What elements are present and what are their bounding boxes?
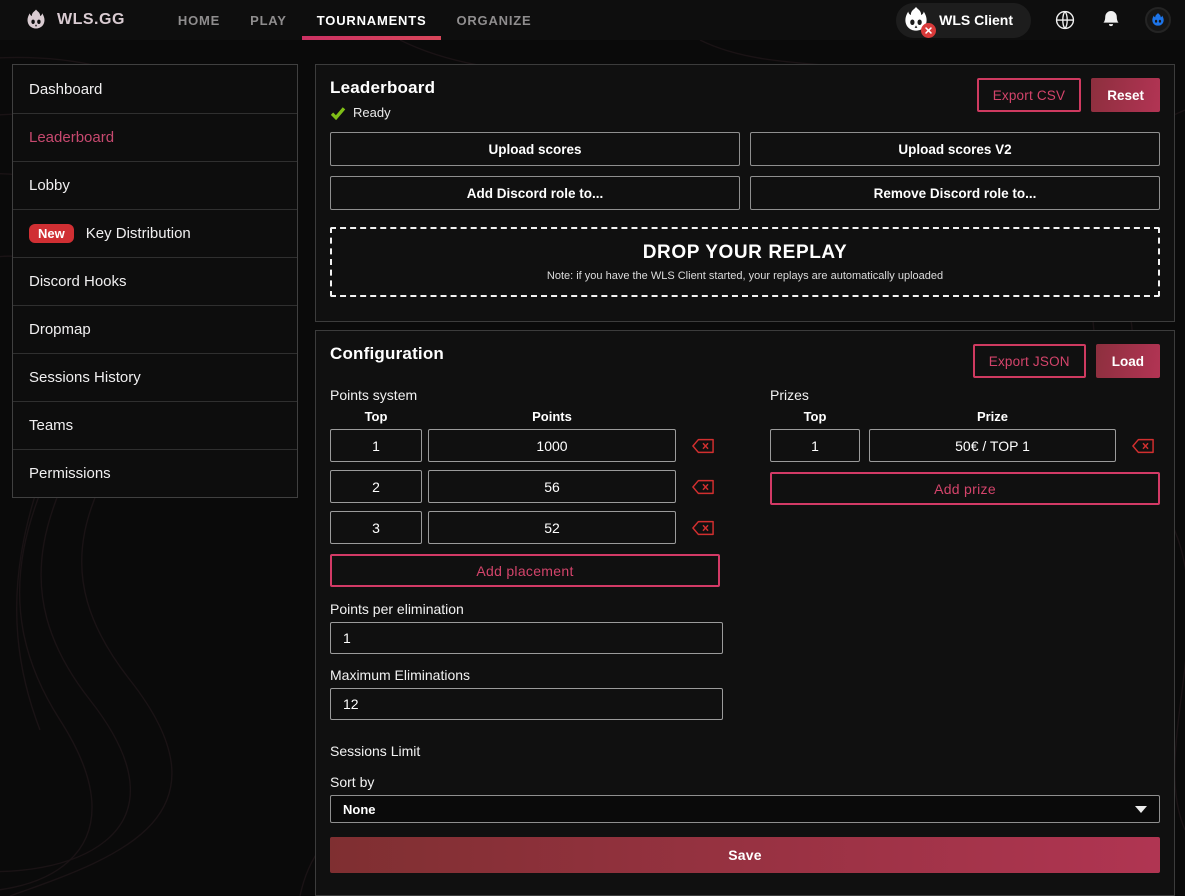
top-nav: WLS.GG HOME PLAY TOURNAMENTS ORGANIZE WL…: [0, 0, 1185, 40]
remove-placement-button[interactable]: [692, 520, 714, 536]
add-placement-button[interactable]: Add placement: [330, 554, 720, 587]
wls-client-button[interactable]: WLS Client: [896, 3, 1031, 38]
configuration-title: Configuration: [330, 344, 444, 364]
points-col-header-top: Top: [330, 409, 422, 424]
placement-top-input[interactable]: [330, 511, 422, 544]
notifications-bell-icon[interactable]: [1099, 8, 1123, 32]
points-per-elimination-input[interactable]: [330, 622, 723, 654]
nav-item-tournaments[interactable]: TOURNAMENTS: [302, 0, 442, 40]
nav-right: WLS Client: [896, 3, 1171, 38]
configuration-panel: Configuration Export JSON Load Points sy…: [315, 330, 1175, 896]
points-system-table: Top Points: [330, 409, 720, 587]
export-csv-button[interactable]: Export CSV: [977, 78, 1082, 112]
remove-discord-role-button[interactable]: Remove Discord role to...: [750, 176, 1160, 210]
new-badge: New: [29, 224, 74, 243]
sidebar-item-discord-hooks[interactable]: Discord Hooks: [13, 257, 297, 305]
replay-dropzone[interactable]: DROP YOUR REPLAY Note: if you have the W…: [330, 227, 1160, 297]
status-text: Ready: [353, 105, 391, 120]
nav-item-play[interactable]: PLAY: [235, 0, 302, 40]
chevron-down-icon: [1135, 806, 1147, 813]
remove-prize-button[interactable]: [1132, 438, 1154, 454]
leaderboard-panel: Leaderboard Ready Export CSV Reset Uploa…: [315, 64, 1175, 322]
configuration-panel-header: Configuration Export JSON Load: [330, 344, 1160, 378]
points-row: [330, 511, 720, 544]
client-disconnected-badge-icon: [921, 23, 936, 38]
sidebar-item-label: Dropmap: [29, 321, 91, 338]
leaderboard-actions: Upload scores Upload scores V2 Add Disco…: [330, 132, 1160, 210]
reset-button[interactable]: Reset: [1091, 78, 1160, 112]
maximum-eliminations-label: Maximum Eliminations: [330, 667, 1160, 683]
placement-points-input[interactable]: [428, 429, 676, 462]
wls-client-icon-wrap: [901, 5, 931, 35]
nav-item-home[interactable]: HOME: [163, 0, 235, 40]
export-json-button[interactable]: Export JSON: [973, 344, 1086, 378]
maximum-eliminations-input[interactable]: [330, 688, 723, 720]
sidebar-item-label: Dashboard: [29, 81, 102, 98]
points-system-label: Points system: [330, 387, 770, 403]
upload-scores-button[interactable]: Upload scores: [330, 132, 740, 166]
nav-item-organize[interactable]: ORGANIZE: [441, 0, 546, 40]
points-col-header-points: Points: [428, 409, 676, 424]
leaderboard-status: Ready: [330, 105, 435, 120]
sidebar-item-dashboard[interactable]: Dashboard: [13, 65, 297, 113]
prizes-col-header-top: Top: [770, 409, 860, 424]
prize-value-input[interactable]: [869, 429, 1116, 462]
points-per-elimination-label: Points per elimination: [330, 601, 1160, 617]
sort-by-label: Sort by: [330, 774, 1160, 790]
prize-row: [770, 429, 1160, 462]
sessions-limit-label: Sessions Limit: [330, 743, 1160, 759]
sidebar-item-label: Leaderboard: [29, 129, 114, 146]
backspace-delete-icon: [692, 479, 714, 495]
remove-placement-button[interactable]: [692, 438, 714, 454]
prizes-col-header-prize: Prize: [869, 409, 1116, 424]
add-discord-role-button[interactable]: Add Discord role to...: [330, 176, 740, 210]
wls-client-label: WLS Client: [939, 12, 1013, 28]
sidebar-item-label: Permissions: [29, 465, 111, 482]
upload-scores-v2-button[interactable]: Upload scores V2: [750, 132, 1160, 166]
prizes-label: Prizes: [770, 387, 809, 403]
placement-top-input[interactable]: [330, 429, 422, 462]
sidebar-item-lobby[interactable]: Lobby: [13, 161, 297, 209]
leaderboard-panel-header: Leaderboard Ready Export CSV Reset: [330, 78, 1160, 120]
language-globe-icon[interactable]: [1053, 8, 1077, 32]
sidebar-item-leaderboard[interactable]: Leaderboard: [13, 113, 297, 161]
prizes-table: Top Prize Add prize: [770, 409, 1160, 587]
placement-top-input[interactable]: [330, 470, 422, 503]
sidebar-item-label: Discord Hooks: [29, 273, 127, 290]
backspace-delete-icon: [692, 520, 714, 536]
dropzone-note: Note: if you have the WLS Client started…: [547, 270, 943, 282]
sidebar-item-label: Sessions History: [29, 369, 141, 386]
sidebar-item-label: Lobby: [29, 177, 70, 194]
sidebar-item-label: Key Distribution: [86, 225, 191, 242]
sidebar-item-label: Teams: [29, 417, 73, 434]
points-row: [330, 429, 720, 462]
brand-name: WLS.GG: [57, 11, 125, 29]
placement-points-input[interactable]: [428, 470, 676, 503]
nav-links: HOME PLAY TOURNAMENTS ORGANIZE: [163, 0, 547, 40]
prize-top-input[interactable]: [770, 429, 860, 462]
save-button[interactable]: Save: [330, 837, 1160, 873]
ready-check-icon: [330, 106, 346, 120]
sort-by-select[interactable]: None: [330, 795, 1160, 823]
load-button[interactable]: Load: [1096, 344, 1160, 378]
sidebar: Dashboard Leaderboard Lobby New Key Dist…: [12, 64, 298, 498]
backspace-delete-icon: [1132, 438, 1154, 454]
sidebar-item-permissions[interactable]: Permissions: [13, 449, 297, 497]
backspace-delete-icon: [692, 438, 714, 454]
leaderboard-title: Leaderboard: [330, 78, 435, 98]
add-prize-button[interactable]: Add prize: [770, 472, 1160, 505]
points-row: [330, 470, 720, 503]
sidebar-item-sessions-history[interactable]: Sessions History: [13, 353, 297, 401]
wls-logo-icon: [24, 8, 48, 32]
brand[interactable]: WLS.GG: [24, 8, 125, 32]
user-avatar[interactable]: [1145, 7, 1171, 33]
dropzone-title: DROP YOUR REPLAY: [643, 242, 848, 264]
sidebar-item-key-distribution[interactable]: New Key Distribution: [13, 209, 297, 257]
placement-points-input[interactable]: [428, 511, 676, 544]
sidebar-item-dropmap[interactable]: Dropmap: [13, 305, 297, 353]
sidebar-item-teams[interactable]: Teams: [13, 401, 297, 449]
sort-by-selected-value: None: [343, 802, 376, 817]
remove-placement-button[interactable]: [692, 479, 714, 495]
